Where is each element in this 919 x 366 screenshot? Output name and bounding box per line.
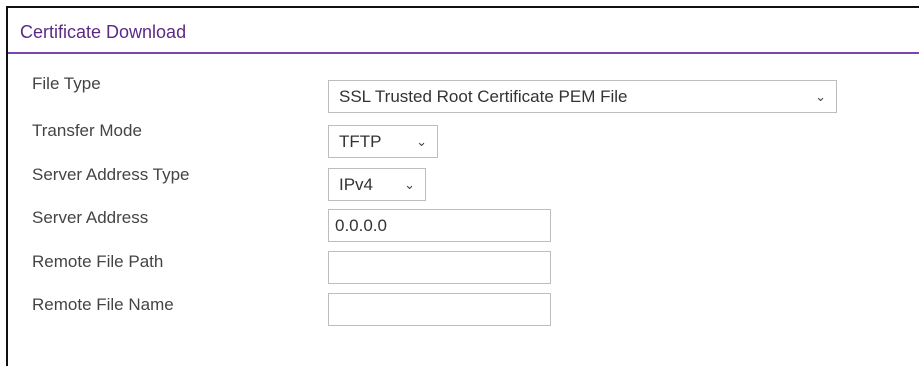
chevron-down-icon: ⌄ — [815, 88, 826, 104]
transfer-mode-select[interactable]: TFTP ⌄ — [328, 125, 438, 158]
remote-file-path-input[interactable] — [328, 251, 551, 284]
file-type-select[interactable]: SSL Trusted Root Certificate PEM File ⌄ — [328, 80, 837, 113]
chevron-down-icon: ⌄ — [416, 133, 427, 149]
transfer-mode-value: TFTP — [339, 131, 382, 151]
remote-file-path-label: Remote File Path — [32, 252, 164, 271]
chevron-down-icon: ⌄ — [404, 176, 415, 192]
remote-file-name-input[interactable] — [328, 293, 551, 326]
transfer-mode-label: Transfer Mode — [32, 121, 142, 140]
panel-title: Certificate Download — [20, 22, 187, 42]
title-divider — [8, 52, 919, 54]
certificate-download-panel: Certificate Download File Type SSL Trust… — [6, 6, 919, 366]
server-address-input[interactable] — [328, 209, 551, 242]
file-type-value: SSL Trusted Root Certificate PEM File — [339, 86, 628, 106]
server-address-label: Server Address — [32, 208, 149, 227]
remote-file-name-label: Remote File Name — [32, 295, 174, 314]
file-type-label: File Type — [32, 74, 101, 93]
server-address-type-select[interactable]: IPv4 ⌄ — [328, 168, 426, 201]
server-address-type-label: Server Address Type — [32, 165, 190, 184]
server-address-type-value: IPv4 — [339, 174, 374, 194]
